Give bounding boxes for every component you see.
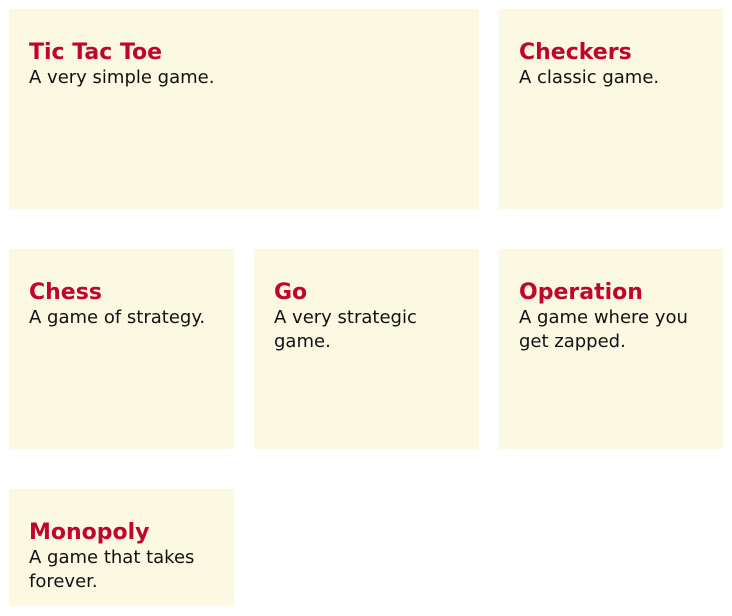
game-description: A game where you get zapped. — [519, 307, 688, 352]
game-description: A very strategic game. — [274, 307, 417, 352]
game-title: Chess — [29, 280, 102, 305]
game-title: Checkers — [519, 40, 632, 65]
game-title: Go — [274, 280, 308, 305]
game-card-tic-tac-toe[interactable]: Tic Tac Toe A very simple game. — [9, 9, 479, 209]
game-card-go[interactable]: Go A very strategic game. — [254, 249, 479, 449]
game-title: Monopoly — [29, 520, 150, 545]
game-card-operation[interactable]: Operation A game where you get zapped. — [499, 249, 723, 449]
game-description: A classic game. — [519, 67, 660, 88]
game-description: A game of strategy. — [29, 307, 206, 328]
game-description: A very simple game. — [29, 67, 215, 88]
game-card-checkers[interactable]: Checkers A classic game. — [499, 9, 723, 209]
game-description: A game that takes forever. — [29, 547, 195, 592]
game-title: Tic Tac Toe — [29, 40, 163, 65]
game-card-chess[interactable]: Chess A game of strategy. — [9, 249, 234, 449]
game-title: Operation — [519, 280, 643, 305]
game-card-monopoly[interactable]: Monopoly A game that takes forever. — [9, 489, 234, 606]
